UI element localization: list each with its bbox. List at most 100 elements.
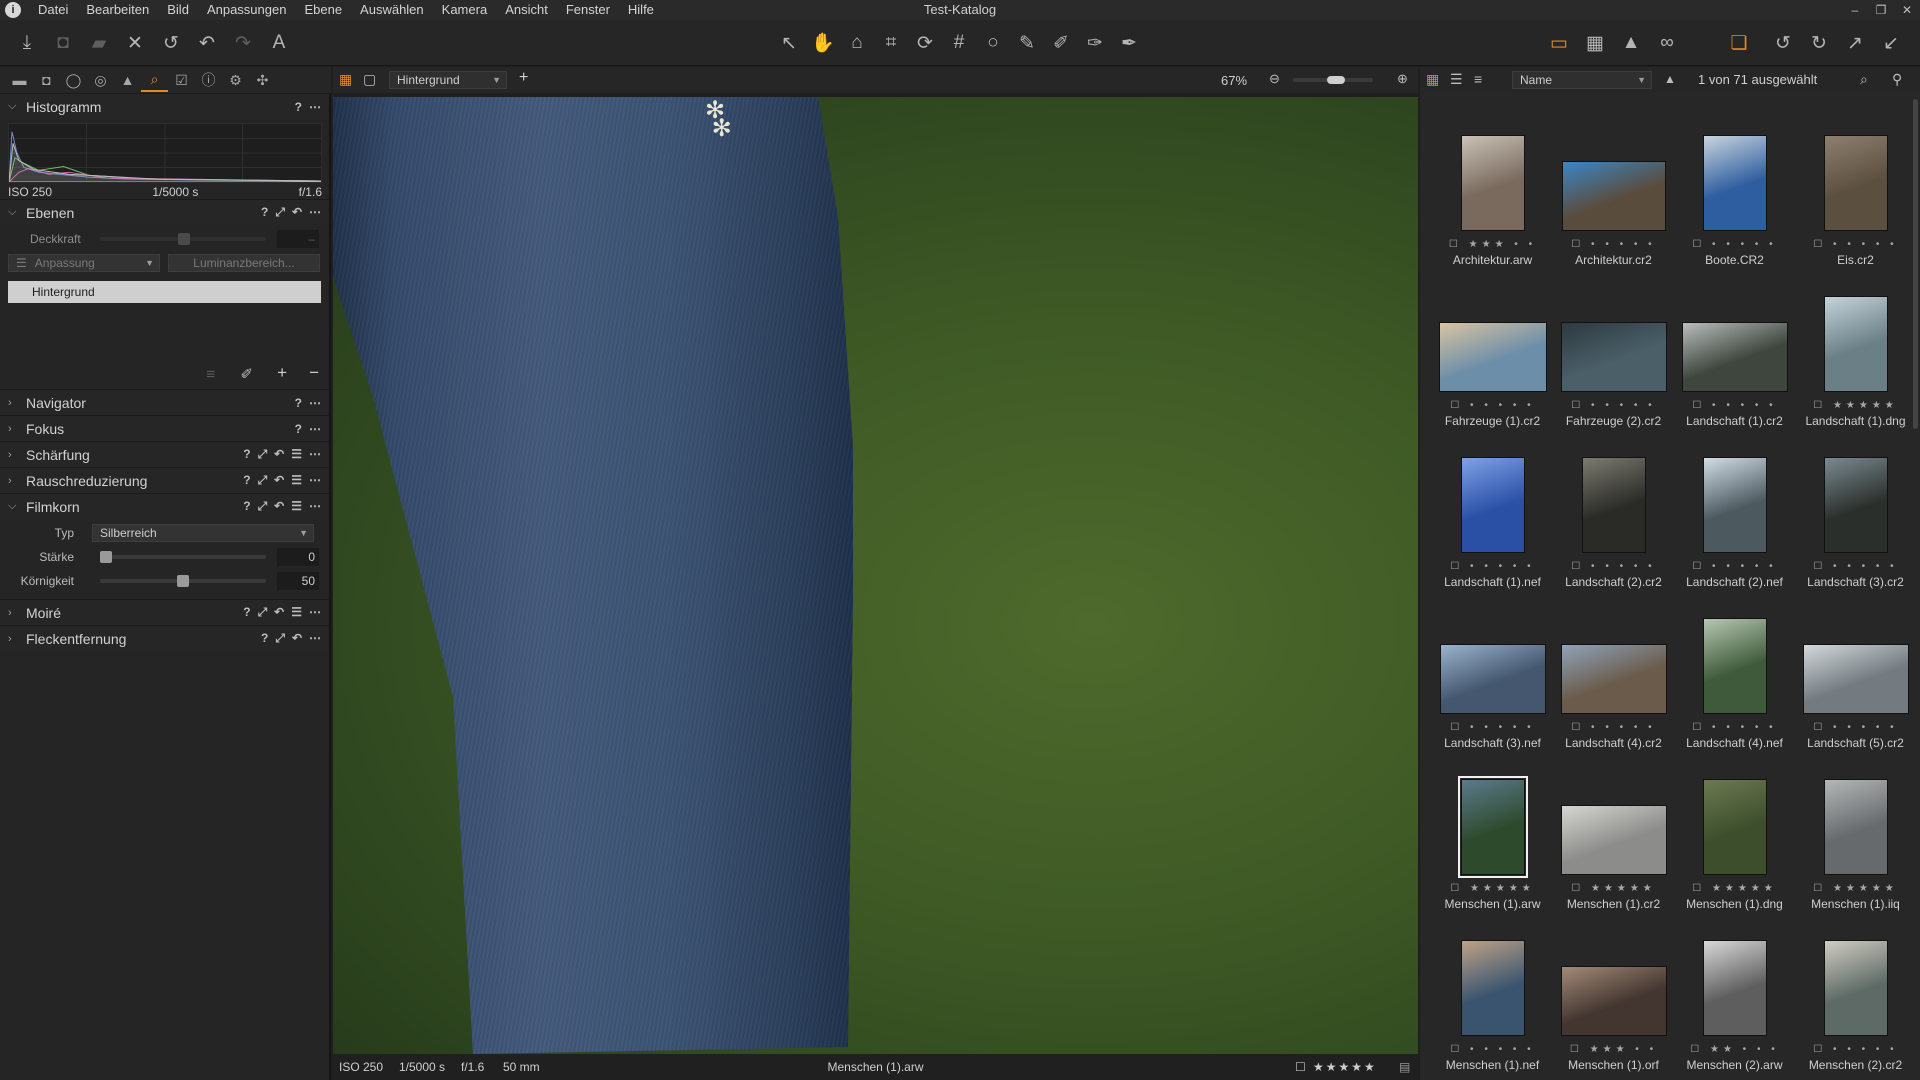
import-icon[interactable]: ⤓ — [14, 30, 40, 56]
grain-granularity-knob[interactable] — [177, 575, 189, 587]
output-tab-icon[interactable]: ⚙ — [222, 68, 249, 92]
film-grain-header[interactable]: ⌵ Filmkorn ? ⤢ ↶ ☰ ⋯ — [0, 493, 329, 519]
help-icon[interactable]: ? — [243, 605, 250, 620]
thumbnail-rating[interactable]: ☐ ★★★★★ — [1795, 400, 1916, 411]
thumbnail-image[interactable] — [1823, 296, 1888, 392]
exposure-warning-icon[interactable]: ▲ — [1618, 30, 1644, 56]
grain-strength-knob[interactable] — [100, 551, 112, 563]
select-cursor-icon[interactable]: ↖ — [776, 30, 802, 56]
delete-icon[interactable]: ✕ — [122, 30, 148, 56]
color-picker-icon[interactable]: ✎ — [1014, 30, 1040, 56]
thumbnail-image[interactable] — [1702, 457, 1767, 553]
thumbnail-cell[interactable]: ☐ ★★ • • • Menschen (2).arw — [1674, 918, 1795, 1078]
thumbnail-rating[interactable]: ☐ • • • • • — [1553, 239, 1674, 250]
help-icon[interactable]: ? — [261, 631, 268, 646]
reset-icon[interactable]: ↶ — [292, 631, 302, 646]
menu-bearbeiten[interactable]: Bearbeiten — [77, 0, 158, 20]
expand-chevron-icon[interactable]: › — [8, 607, 22, 619]
brush-icon[interactable]: ✐ — [1048, 30, 1074, 56]
grain-type-dropdown[interactable]: Silberreich ▼ — [92, 524, 314, 542]
menu-hilfe[interactable]: Hilfe — [619, 0, 663, 20]
expand-chevron-icon[interactable]: › — [8, 397, 22, 409]
redo-icon[interactable]: ↷ — [230, 30, 256, 56]
thumbnail-image[interactable] — [1802, 644, 1909, 714]
grain-granularity-slider[interactable] — [100, 575, 266, 587]
thumbnail-image[interactable] — [1702, 618, 1767, 714]
list-view-icon[interactable]: ☰ — [1450, 71, 1463, 88]
layers-header[interactable]: ⌵ Ebenen ? ⤢ ↶ ⋯ — [0, 199, 329, 225]
more-icon[interactable]: ⋯ — [309, 447, 321, 462]
thumbnail-cell[interactable]: ☐ ★★★★★ Landschaft (1).dng — [1795, 274, 1916, 434]
thumbnail-rating[interactable]: ☐ • • • • • — [1674, 722, 1795, 733]
copy-icon[interactable]: ⤢ — [258, 605, 268, 620]
help-icon[interactable]: ? — [295, 422, 302, 436]
focus-header[interactable]: › Fokus ? ⋯ — [0, 415, 329, 441]
gradient-icon[interactable]: ✑ — [1082, 30, 1108, 56]
spot-removal-header[interactable]: › Fleckentfernung ? ⤢ ↶ ⋯ — [0, 625, 329, 651]
keystone-icon[interactable]: # — [946, 30, 972, 56]
presets-icon[interactable]: ☰ — [291, 605, 302, 620]
minimize-icon[interactable]: – — [1842, 0, 1868, 20]
thumbnail-cell[interactable]: ☐ • • • • • Landschaft (1).cr2 — [1674, 274, 1795, 434]
expand-chevron-icon[interactable]: › — [8, 633, 22, 645]
thumbnail-image[interactable] — [1560, 322, 1667, 392]
opacity-slider[interactable] — [100, 233, 266, 245]
status-checkbox-icon[interactable]: ☐ — [1295, 1060, 1306, 1074]
thumbnail-cell[interactable]: ☐ • • • • • Landschaft (2).nef — [1674, 435, 1795, 595]
thumbnail-cell[interactable]: ☐ • • • • • Architektur.cr2 — [1553, 113, 1674, 273]
thumbnail-cell[interactable]: ☐ • • • • • Landschaft (5).cr2 — [1795, 596, 1916, 756]
copy-icon[interactable]: ⤢ — [258, 473, 268, 488]
thumbnail-cell[interactable]: ☐ • • • • • Menschen (1).nef — [1432, 918, 1553, 1078]
copy-adjustments-icon[interactable]: ❏ — [1726, 30, 1752, 56]
more-icon[interactable]: ⋯ — [309, 499, 321, 514]
reset-icon[interactable]: ↶ — [274, 447, 284, 462]
thumbnail-cell[interactable]: ☐ ★★★★★ Menschen (1).iiq — [1795, 757, 1916, 917]
menu-ansicht[interactable]: Ansicht — [496, 0, 557, 20]
thumbnail-cell[interactable]: ☐ • • • • • Landschaft (4).nef — [1674, 596, 1795, 756]
grain-strength-slider[interactable] — [100, 551, 266, 563]
thumbnail-image[interactable] — [1702, 940, 1767, 1036]
help-icon[interactable]: ? — [243, 473, 250, 488]
collapse-chevron-icon[interactable]: ⌵ — [8, 100, 22, 113]
search-icon[interactable]: ⚲ — [1892, 71, 1902, 88]
thumbnail-image[interactable] — [1439, 644, 1546, 714]
reset-icon[interactable]: ↺ — [158, 30, 184, 56]
thumbnail-image[interactable] — [1560, 805, 1667, 875]
presets-icon[interactable]: ☰ — [291, 473, 302, 488]
zoom-level[interactable]: 67% — [1221, 73, 1247, 88]
crop-icon[interactable]: ⌗ — [878, 30, 904, 56]
edit-mask-icon[interactable]: ▭ — [1546, 30, 1572, 56]
sharpening-header[interactable]: › Schärfung ? ⤢ ↶ ☰ ⋯ — [0, 441, 329, 467]
thumbnail-image[interactable] — [1702, 135, 1767, 231]
copy-icon[interactable]: ⤢ — [275, 631, 285, 646]
copy-icon[interactable]: ⤢ — [258, 447, 268, 462]
thumbnail-image[interactable] — [1438, 322, 1547, 392]
pan-hand-icon[interactable]: ✋ — [810, 30, 836, 56]
menu-bild[interactable]: Bild — [158, 0, 198, 20]
copy-icon[interactable]: ⤢ — [275, 205, 285, 220]
collapse-chevron-icon[interactable]: ⌵ — [8, 500, 22, 513]
loupe-icon[interactable]: ⌂ — [844, 30, 870, 56]
spot-removal-icon[interactable]: ○ — [980, 30, 1006, 56]
more-icon[interactable]: ⋯ — [309, 396, 321, 410]
more-icon[interactable]: ⋯ — [309, 631, 321, 646]
thumbnail-cell[interactable]: ☐ • • • • • Landschaft (2).cr2 — [1553, 435, 1674, 595]
thumbnail-cell[interactable]: ☐ ★★★★★ Menschen (1).arw — [1432, 757, 1553, 917]
thumbnail-cell[interactable]: ☐ ★★★★★ Menschen (1).cr2 — [1553, 757, 1674, 917]
thumbnail-image[interactable] — [1561, 161, 1666, 231]
single-view-icon[interactable]: ▢ — [363, 71, 376, 88]
apply-arrow-icon[interactable]: ↙ — [1878, 30, 1904, 56]
navigator-header[interactable]: › Navigator ? ⋯ — [0, 389, 329, 415]
adjustment-dropdown[interactable]: ☰ Anpassung ▼ — [8, 254, 160, 272]
thumbnail-rating[interactable]: ☐ ★★★★★ — [1553, 883, 1674, 894]
menu-ebene[interactable]: Ebene — [295, 0, 351, 20]
presets-icon[interactable]: ☰ — [291, 447, 302, 462]
reset-icon[interactable]: ↶ — [274, 605, 284, 620]
thumbnail-rating[interactable]: ☐ ★★★ • • — [1432, 239, 1553, 250]
thumbnail-image[interactable] — [1560, 644, 1667, 714]
status-info-icon[interactable]: ▤ — [1399, 1060, 1410, 1074]
menu-anpassungen[interactable]: Anpassungen — [198, 0, 296, 20]
thumbnail-cell[interactable]: ☐ ★★★ • • Architektur.arw — [1432, 113, 1553, 273]
grid-view-icon[interactable]: ▦ — [1426, 71, 1439, 88]
color-tab-icon[interactable]: ◎ — [87, 68, 114, 92]
